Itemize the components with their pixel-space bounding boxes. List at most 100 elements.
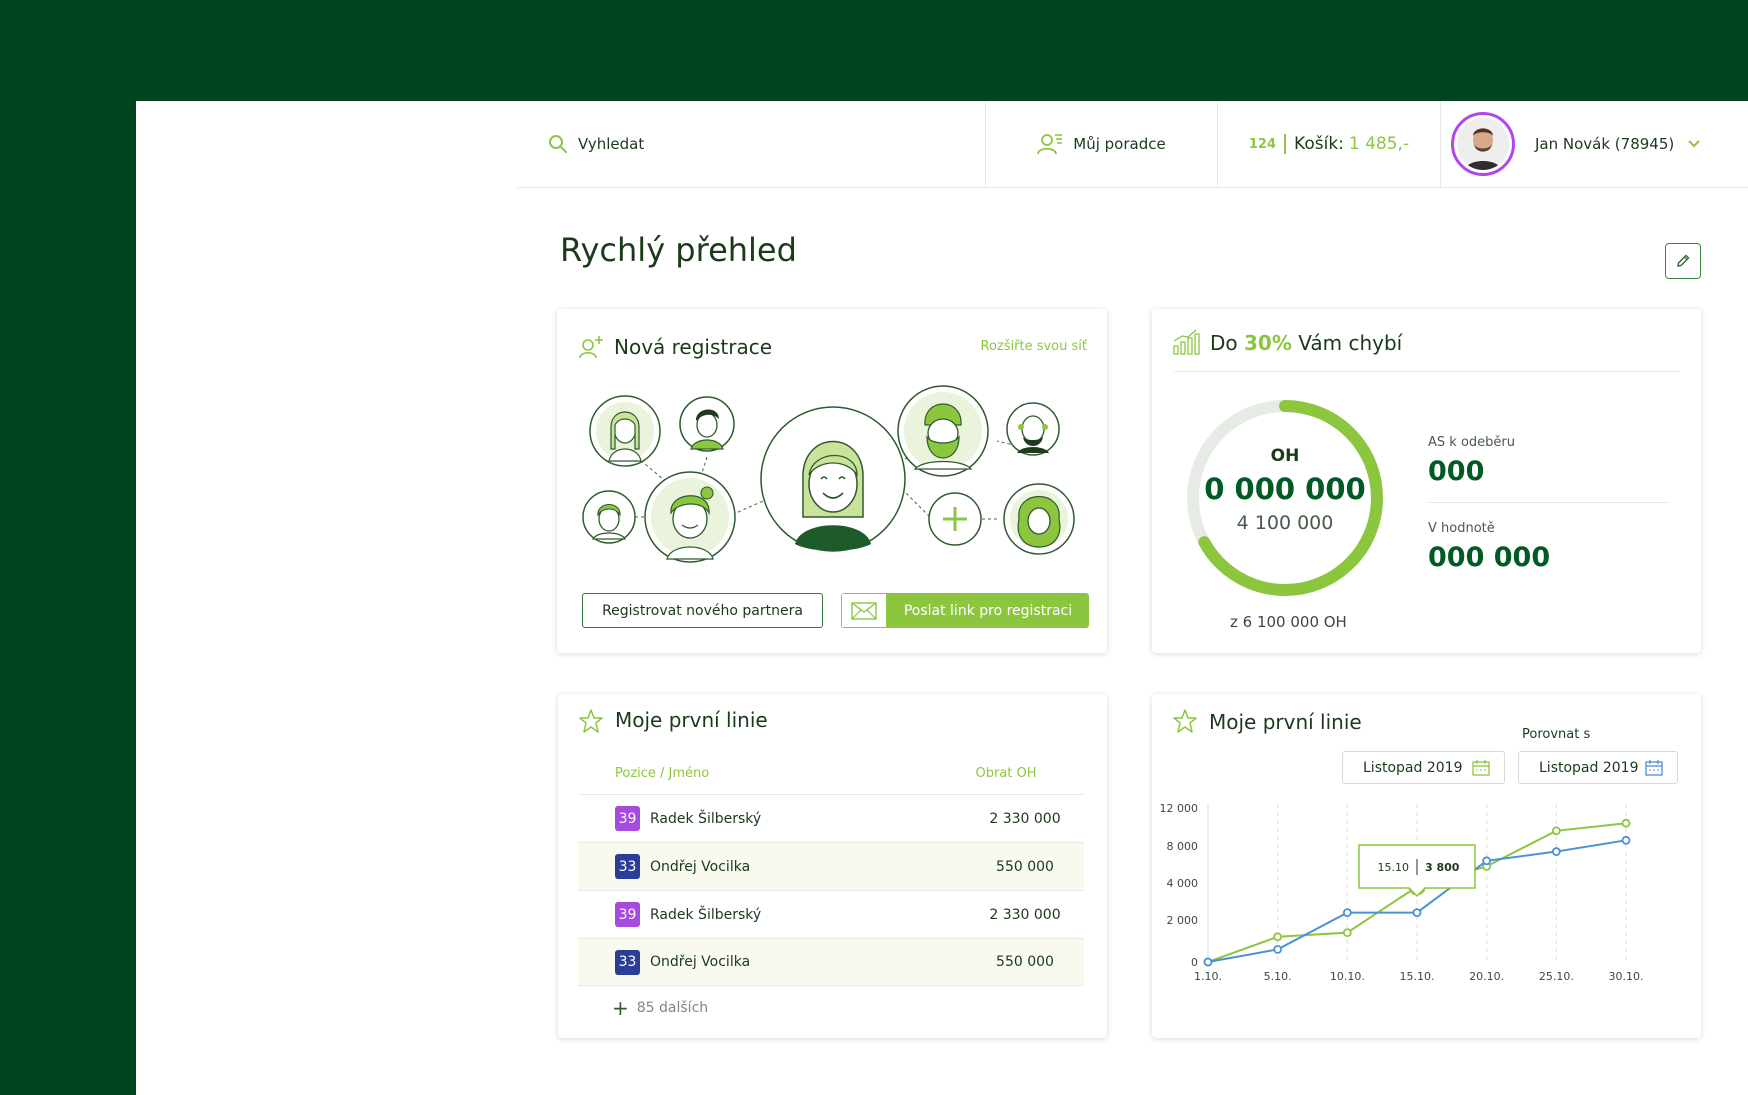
stat-value-label: V hodnotě	[1428, 521, 1495, 536]
stat-divider	[1428, 502, 1670, 503]
position-badge: 33	[615, 949, 640, 975]
progress-title-suffix: Vám chybí	[1298, 331, 1403, 355]
first-line-chart-card: Moje první linie Porovnat s Listopad 201…	[1152, 694, 1701, 1038]
x-tick-label: 5.10.	[1264, 970, 1292, 983]
table-row[interactable]: 33 Ondřej Vocilka 550 000	[578, 938, 1084, 986]
data-point	[1203, 957, 1213, 967]
show-more-link[interactable]: + 85 dalších	[612, 996, 708, 1020]
x-tick-label: 15.10.	[1400, 970, 1435, 983]
data-point	[1621, 835, 1631, 845]
page-content: Vyhledat Můj poradce 124 Košík: 1 485,-	[136, 101, 1748, 1095]
x-tick-label: 1.10.	[1194, 970, 1222, 983]
avatar-8	[1003, 483, 1075, 555]
send-link-button[interactable]: Poslat link pro registraci	[841, 593, 1089, 628]
advisor-link[interactable]: Můj poradce	[986, 101, 1218, 187]
avatar-7	[1006, 402, 1060, 456]
chevron-down-icon[interactable]	[1688, 140, 1700, 148]
plus-icon: +	[612, 996, 629, 1020]
user-menu[interactable]: Jan Novák (78945)	[1441, 101, 1748, 187]
avatar-3	[582, 490, 636, 544]
position-badge: 39	[615, 806, 640, 831]
data-point	[1482, 856, 1492, 866]
register-partner-button[interactable]: Registrovat nového partnera	[582, 593, 823, 628]
col-header-value[interactable]: Obrat OH	[958, 766, 1054, 781]
registration-title: Nová registrace	[614, 335, 773, 359]
table-row[interactable]: 39 Radek Šilberský 2 330 000	[578, 890, 1084, 938]
avatar-5-main	[760, 406, 906, 552]
donut-subvalue: 4 100 000	[1236, 512, 1334, 534]
col-header-name[interactable]: Pozice / Jméno	[615, 766, 709, 781]
top-bar	[0, 0, 1748, 101]
data-point	[1342, 908, 1352, 918]
show-more-label: 85 dalších	[636, 1000, 709, 1016]
avatar[interactable]	[1451, 112, 1515, 176]
tooltip-date: 15.10	[1378, 861, 1410, 874]
stat-value-value: 000 000	[1428, 542, 1551, 573]
send-link-label: Poslat link pro registraci	[903, 602, 1073, 619]
tooltip-value: 3 800	[1425, 861, 1460, 874]
donut-value: 0 000 000	[1204, 472, 1366, 506]
data-point	[1342, 928, 1352, 938]
y-tick-label: 12 000	[1160, 802, 1199, 815]
user-photo-icon	[1457, 118, 1509, 170]
cart-count: 124	[1248, 136, 1277, 152]
x-tick-label: 30.10.	[1609, 970, 1644, 983]
advisor-label: Můj poradce	[1073, 135, 1166, 153]
mail-icon-box	[841, 593, 887, 628]
x-tick-label: 25.10.	[1539, 970, 1574, 983]
table-row[interactable]: 33 Ondřej Vocilka 550 000	[578, 842, 1084, 890]
network-illustration	[582, 385, 1075, 563]
partner-turnover: 550 000	[996, 858, 1054, 875]
partner-turnover: 2 330 000	[989, 810, 1061, 827]
donut-total: z 6 100 000 OH	[1230, 613, 1347, 631]
advisor-icon	[1037, 134, 1063, 155]
pencil-icon	[1677, 254, 1690, 267]
first-line-table-card: Moje první linie Pozice / Jméno Obrat OH…	[558, 694, 1107, 1038]
left-sidebar	[0, 101, 136, 1095]
y-tick-label: 2 000	[1167, 914, 1199, 927]
table-title: Moje první linie	[615, 708, 768, 732]
position-badge: 33	[615, 854, 640, 879]
donut-label: OH	[1270, 446, 1300, 466]
partner-name[interactable]: Radek Šilberský	[650, 811, 950, 827]
partner-name[interactable]: Radek Šilberský	[650, 907, 950, 923]
partner-name[interactable]: Ondřej Vocilka	[650, 859, 950, 875]
progress-card: Do 30% Vám chybí OH 0 000 000 4 100 000 …	[1152, 309, 1701, 653]
avatar-6	[897, 385, 989, 477]
search[interactable]: Vyhledat	[517, 101, 986, 187]
partner-turnover: 550 000	[996, 954, 1054, 970]
y-tick-label: 4 000	[1167, 877, 1199, 890]
cart-separator	[1284, 134, 1287, 154]
search-icon	[549, 135, 567, 153]
data-point	[1551, 826, 1561, 836]
progress-title-percent: 30%	[1244, 331, 1292, 355]
data-point	[1551, 847, 1561, 856]
y-tick-label: 0	[1191, 956, 1198, 969]
search-label: Vyhledat	[578, 135, 645, 153]
header: Vyhledat Můj poradce 124 Košík: 1 485,-	[517, 101, 1748, 188]
cart-label: Košík:	[1294, 134, 1344, 154]
user-name: Jan Novák (78945)	[1535, 135, 1675, 153]
bar-chart-icon	[1173, 329, 1200, 355]
registration-hint[interactable]: Rozšiřte svou síť	[981, 339, 1087, 354]
edit-button[interactable]	[1665, 243, 1701, 279]
position-badge: 39	[615, 902, 640, 927]
partner-name[interactable]: Ondřej Vocilka	[650, 954, 950, 970]
y-tick-label: 8 000	[1167, 840, 1199, 853]
registration-card: Nová registrace Rozšiřte svou síť Regist…	[557, 309, 1107, 653]
data-point	[1621, 818, 1631, 828]
cart-link[interactable]: 124 Košík: 1 485,-	[1218, 101, 1441, 187]
table-row[interactable]: 39 Radek Šilberský 2 330 000	[578, 794, 1084, 842]
stat-as-value: 000	[1428, 456, 1485, 487]
avatar-4	[644, 471, 736, 563]
progress-title: Do 30% Vám chybí	[1210, 331, 1402, 355]
add-partner-icon[interactable]	[928, 492, 982, 546]
add-user-icon	[579, 336, 603, 359]
star-icon	[579, 709, 603, 733]
data-point	[1273, 944, 1283, 954]
data-point	[1412, 908, 1422, 918]
header-divider	[1174, 371, 1679, 372]
partner-turnover: 2 330 000	[989, 906, 1061, 923]
stat-as-label: AS k odeběru	[1428, 435, 1515, 450]
progress-title-prefix: Do	[1210, 331, 1238, 355]
